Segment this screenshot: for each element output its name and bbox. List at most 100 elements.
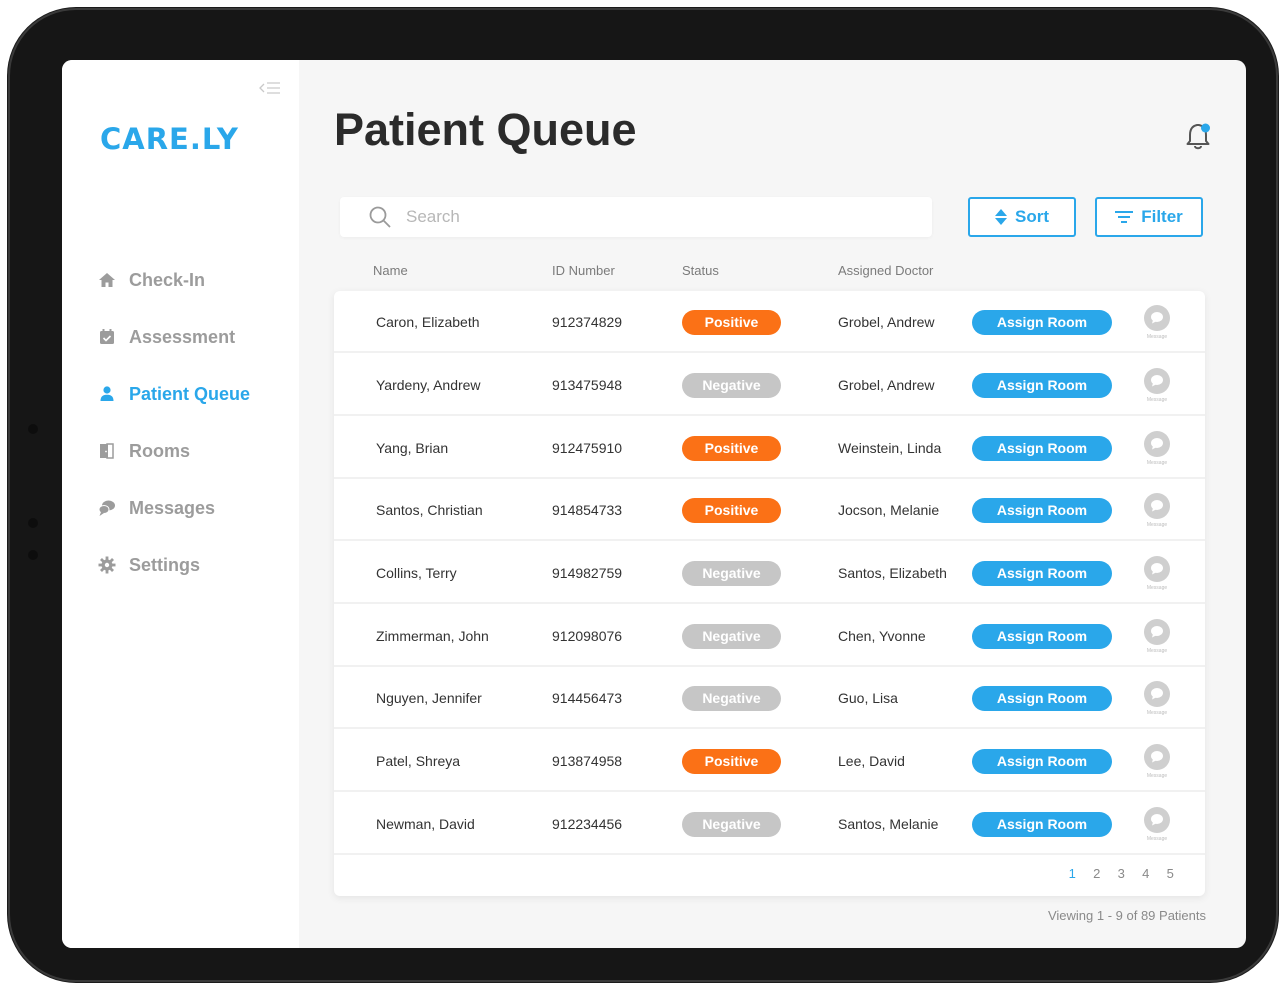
assign-cell: Assign Room — [972, 605, 1112, 667]
chat-bubble-icon — [1151, 814, 1163, 826]
status-cell: Negative — [682, 793, 781, 855]
sidebar-item-label: Patient Queue — [129, 383, 251, 404]
message-button[interactable] — [1144, 618, 1170, 645]
message-button[interactable] — [1144, 492, 1170, 519]
message-cell: Message — [1140, 605, 1174, 667]
side-camera-dot — [28, 424, 38, 434]
assign-room-button[interactable]: Assign Room — [972, 748, 1112, 774]
page-link-3[interactable]: 3 — [1109, 866, 1134, 881]
patient-id: 914854733 — [552, 502, 623, 518]
column-header-name[interactable]: Name — [373, 263, 408, 278]
search-input[interactable] — [406, 207, 886, 227]
table-row[interactable]: Newman, David 912234456 Negative Santos, Me… — [334, 793, 1205, 855]
assign-room-button[interactable]: Assign Room — [972, 309, 1112, 335]
column-header-doctor[interactable]: Assigned Doctor — [838, 263, 933, 278]
sort-button[interactable]: Sort — [968, 197, 1076, 237]
assign-room-button[interactable]: Assign Room — [972, 435, 1112, 461]
status-cell: Negative — [682, 605, 781, 667]
search-icon — [369, 206, 391, 228]
message-label: Message — [1146, 647, 1168, 654]
search-bar — [340, 197, 932, 237]
message-cell: Message — [1140, 793, 1174, 855]
message-button[interactable] — [1144, 680, 1170, 707]
patient-name: Nguyen, Jennifer — [376, 690, 482, 706]
chat-bubble-icon — [1151, 563, 1163, 575]
assign-cell: Assign Room — [972, 793, 1112, 855]
app-logo: CARE.LY — [100, 122, 239, 156]
assign-room-button[interactable]: Assign Room — [972, 811, 1112, 837]
message-button[interactable] — [1144, 743, 1170, 770]
assigned-doctor: Santos, Elizabeth — [838, 565, 947, 581]
table-row[interactable]: Collins, Terry 914982759 Negative Santos, E… — [334, 542, 1205, 604]
column-header-id[interactable]: ID Number — [552, 263, 615, 278]
assign-room-button[interactable]: Assign Room — [972, 560, 1112, 586]
page-link-4[interactable]: 4 — [1134, 866, 1159, 881]
sidebar-item-messages[interactable]: Messages — [98, 492, 250, 524]
collapse-sidebar-icon[interactable] — [258, 80, 282, 96]
assign-room-button[interactable]: Assign Room — [972, 372, 1112, 398]
message-label: Message — [1146, 521, 1168, 528]
table-row[interactable]: Caron, Elizabeth 912374829 Positive Grobel,… — [334, 291, 1205, 353]
assign-cell: Assign Room — [972, 479, 1112, 541]
patient-name: Zimmerman, John — [376, 628, 489, 644]
chat-bubble-icon — [1151, 438, 1163, 450]
status-cell: Positive — [682, 417, 781, 479]
assigned-doctor: Chen, Yvonne — [838, 628, 926, 644]
gear-icon — [98, 556, 116, 574]
assign-room-button[interactable]: Assign Room — [972, 623, 1112, 649]
assigned-doctor: Santos, Melanie — [838, 816, 939, 832]
sidebar-item-patient-queue[interactable]: Patient Queue — [98, 378, 250, 410]
message-button[interactable] — [1144, 555, 1170, 582]
message-cell: Message — [1140, 354, 1174, 416]
table-row[interactable]: Nguyen, Jennifer 914456473 Negative Guo, Li… — [334, 667, 1205, 729]
table-row[interactable]: Yardeny, Andrew 913475948 Negative Grobel, … — [334, 354, 1205, 416]
table-header: Name ID Number Status Assigned Doctor — [62, 263, 1246, 283]
table-row[interactable]: Santos, Christian 914854733 Positive Jocson… — [334, 479, 1205, 541]
table-row[interactable]: Yang, Brian 912475910 Positive Weinstein, L… — [334, 417, 1205, 479]
column-header-status[interactable]: Status — [682, 263, 719, 278]
status-badge: Negative — [682, 623, 781, 649]
chat-bubbles-icon — [98, 499, 116, 517]
message-button[interactable] — [1144, 304, 1170, 331]
status-cell: Negative — [682, 667, 781, 729]
patient-name: Santos, Christian — [376, 502, 483, 518]
chat-bubble-icon — [1151, 375, 1163, 387]
chat-bubble-icon — [1151, 688, 1163, 700]
table-row[interactable]: Patel, Shreya 913874958 Positive Lee, David… — [334, 730, 1205, 792]
sidebar-item-settings[interactable]: Settings — [98, 549, 250, 581]
status-badge: Negative — [682, 685, 781, 711]
message-label: Message — [1146, 396, 1168, 403]
patient-id: 914456473 — [552, 690, 623, 706]
notification-bell-icon[interactable] — [1184, 120, 1214, 152]
sidebar: CARE.LY Check-In Assessment Patient Queu… — [62, 60, 299, 948]
message-cell: Message — [1140, 667, 1174, 729]
page-link-1[interactable]: 1 — [1060, 866, 1085, 881]
page-link-5[interactable]: 5 — [1158, 866, 1183, 881]
message-button[interactable] — [1144, 806, 1170, 833]
door-icon — [98, 442, 116, 460]
status-badge: Positive — [682, 309, 781, 335]
assigned-doctor: Grobel, Andrew — [838, 314, 935, 330]
patient-name: Caron, Elizabeth — [376, 314, 480, 330]
patient-id: 913874958 — [552, 753, 623, 769]
status-cell: Negative — [682, 354, 781, 416]
sidebar-item-label: Rooms — [129, 440, 191, 461]
table-row[interactable]: Zimmerman, John 912098076 Negative Chen, Yv… — [334, 605, 1205, 667]
patient-name: Patel, Shreya — [376, 753, 461, 769]
page-title: Patient Queue — [334, 104, 637, 155]
sidebar-item-assessment[interactable]: Assessment — [98, 321, 250, 353]
app-screen: CARE.LY Check-In Assessment Patient Queu… — [62, 60, 1246, 948]
patient-id: 912374829 — [552, 314, 623, 330]
message-button[interactable] — [1144, 367, 1170, 394]
sidebar-item-rooms[interactable]: Rooms — [98, 435, 250, 467]
filter-button[interactable]: Filter — [1095, 197, 1203, 237]
results-count: Viewing 1 - 9 of 89 Patients — [1047, 908, 1206, 923]
chat-bubble-icon — [1151, 751, 1163, 763]
patient-id: 913475948 — [552, 377, 623, 393]
assign-room-button[interactable]: Assign Room — [972, 685, 1112, 711]
patient-id: 912234456 — [552, 816, 623, 832]
message-button[interactable] — [1144, 430, 1170, 457]
page-link-2[interactable]: 2 — [1085, 866, 1110, 881]
status-badge: Negative — [682, 560, 781, 586]
assign-room-button[interactable]: Assign Room — [972, 497, 1112, 523]
